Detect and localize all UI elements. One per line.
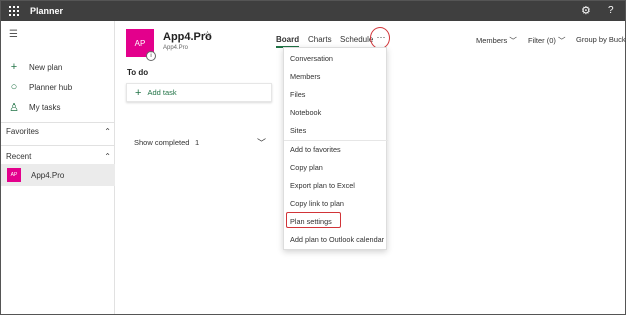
person-icon: ♙ <box>9 101 19 114</box>
filter-button[interactable]: Filter (0) ﹀ <box>528 35 566 46</box>
menu-item-files[interactable]: Files <box>290 90 305 99</box>
completed-count: 1 <box>195 138 200 147</box>
chevron-up-icon: ⌃ <box>104 127 111 136</box>
show-completed-toggle[interactable]: Show completed <box>134 138 189 147</box>
add-task-label: Add task <box>147 88 177 97</box>
plus-icon: + <box>135 86 142 99</box>
favorites-header[interactable]: Favorites ⌃ <box>6 127 111 136</box>
more-options-menu: Conversation Members Files Notebook Site… <box>283 47 388 250</box>
menu-item-notebook[interactable]: Notebook <box>290 108 321 117</box>
menu-item-add-to-outlook[interactable]: Add plan to Outlook calendar <box>290 235 384 244</box>
menu-item-conversation[interactable]: Conversation <box>290 54 333 63</box>
info-icon[interactable]: i <box>146 51 156 61</box>
nav-item-label: New plan <box>29 62 63 72</box>
plan-group-name[interactable]: App4.Pro <box>163 45 188 51</box>
recent-plan-item[interactable]: AP App4.Pro <box>1 164 115 186</box>
hub-icon: ○ <box>10 81 18 93</box>
recent-plan-label: App4.Pro <box>31 170 65 180</box>
menu-item-copy-plan[interactable]: Copy plan <box>290 163 323 172</box>
hamburger-menu-icon[interactable]: ☰ <box>9 29 18 40</box>
chevron-down-icon[interactable]: ﹀ <box>257 136 266 149</box>
menu-item-export-plan[interactable]: Export plan to Excel <box>290 181 355 190</box>
help-icon[interactable]: ? <box>608 5 614 16</box>
settings-icon[interactable]: ⚙ <box>581 4 591 17</box>
members-label: Members <box>476 36 508 45</box>
chevron-down-icon: ﹀ <box>558 36 566 45</box>
favorites-label: Favorites <box>6 127 39 136</box>
left-navigation: ☰ + New plan ○ Planner hub ♙ My tasks Fa… <box>1 21 115 314</box>
add-task-button[interactable]: + Add task <box>126 83 272 102</box>
top-bar: Planner ⚙ ? <box>1 1 625 21</box>
highlight-box <box>286 212 341 228</box>
bucket-title: To do <box>127 68 149 77</box>
tab-schedule[interactable]: Schedule <box>340 35 373 44</box>
nav-item-label: Planner hub <box>29 82 73 92</box>
menu-divider <box>284 140 388 141</box>
app-title: Planner <box>30 6 64 16</box>
chevron-down-icon: ﹀ <box>509 36 517 45</box>
tab-charts[interactable]: Charts <box>308 35 332 44</box>
filter-label: Filter (0) <box>528 36 556 45</box>
menu-item-copy-link[interactable]: Copy link to plan <box>290 199 344 208</box>
recent-label: Recent <box>6 152 32 161</box>
group-by-button[interactable]: Group by Bucket <box>576 35 626 44</box>
nav-divider <box>1 122 115 123</box>
highlight-circle <box>370 27 390 49</box>
nav-item-new-plan[interactable]: + New plan <box>1 58 115 76</box>
nav-divider <box>1 145 115 146</box>
nav-item-planner-hub[interactable]: ○ Planner hub <box>1 78 115 96</box>
menu-item-members[interactable]: Members <box>290 72 320 81</box>
tab-board[interactable]: Board <box>276 35 300 48</box>
nav-item-my-tasks[interactable]: ♙ My tasks <box>1 98 115 116</box>
members-filter[interactable]: Members ﹀ <box>476 35 517 46</box>
plus-icon: + <box>10 61 18 73</box>
chevron-up-icon: ⌃ <box>104 152 111 161</box>
menu-item-sites[interactable]: Sites <box>290 126 306 135</box>
favorite-star-icon[interactable]: ☆ <box>203 30 212 41</box>
menu-item-add-to-favorites[interactable]: Add to favorites <box>290 145 341 154</box>
nav-item-label: My tasks <box>29 102 61 112</box>
plan-mini-avatar: AP <box>7 168 21 182</box>
app-launcher-icon[interactable] <box>9 6 19 16</box>
recent-header[interactable]: Recent ⌃ <box>6 152 111 161</box>
